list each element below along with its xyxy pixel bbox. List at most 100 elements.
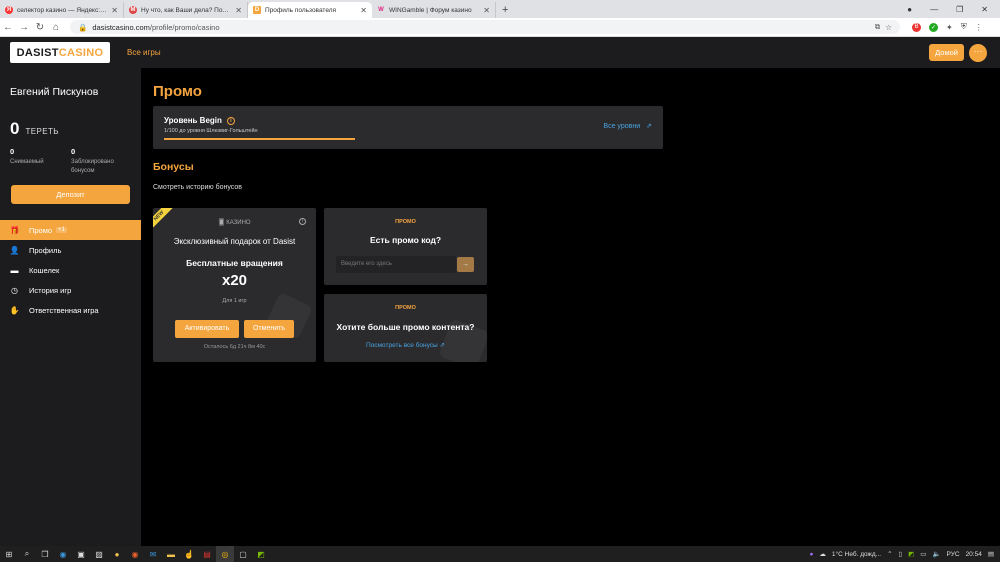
promo-code-input[interactable]: Введите его здесь [336, 256, 456, 273]
sidebar-item-label: Профиль [29, 245, 62, 255]
level-progress-text: 1/100 до уровня Шлезвиг-Гольштейн [164, 128, 258, 134]
windows-start-icon[interactable]: ⊞ [0, 546, 18, 562]
level-progress-bar [164, 138, 355, 140]
clock-time[interactable]: 20:54 [966, 551, 982, 558]
site-logo[interactable]: DASIST CASINO [10, 42, 110, 63]
new-tab-button[interactable]: + [496, 2, 514, 18]
all-levels-link[interactable]: Все уровни ⇗ [603, 122, 652, 131]
all-bonuses-label: Посмотреть все бонусы [366, 342, 438, 349]
weather-text[interactable]: 1°C Неб. дожд... [832, 551, 881, 558]
mail-icon[interactable]: ✉ [144, 546, 162, 562]
network-icon[interactable]: ▭ [920, 550, 926, 558]
bonus-history-link[interactable]: Смотреть историю бонусов [153, 184, 242, 191]
address-bar[interactable]: 🔒 dasistcasino.com/profile/promo/casino … [70, 20, 900, 34]
wallet-icon: ▬ [10, 265, 19, 275]
close-tab-icon[interactable]: ✕ [111, 6, 118, 15]
bonus-games-count: Для 1 игр [222, 298, 247, 304]
edge-icon[interactable]: ◉ [54, 546, 72, 562]
shield-icon[interactable]: ⛨ [961, 22, 967, 32]
browser-tab-wingamble[interactable]: W WINGamble | Форум казино ✕ [372, 2, 496, 18]
store-icon[interactable]: ▣ [72, 546, 90, 562]
close-window-icon[interactable]: ✕ [981, 5, 988, 14]
sidebar-menu: 🎁 Промо +1 👤 Профиль ▬ Кошелек ◷ История… [0, 220, 141, 320]
hand-cursor-icon[interactable]: ☝ [180, 546, 198, 562]
nvidia-icon[interactable]: ◩ [252, 546, 270, 562]
pdf-icon[interactable]: ▤ [198, 546, 216, 562]
activate-button[interactable]: Активировать [175, 320, 239, 338]
tab-title: Ну что, как Ваши дела? Подумали [141, 6, 231, 14]
menu-dots-icon[interactable]: ⋮ [975, 23, 983, 32]
file-explorer-icon[interactable]: ▬ [162, 546, 180, 562]
close-tab-icon[interactable]: ✕ [235, 6, 242, 15]
system-tray: ● ☁ 1°C Неб. дожд... ⌃ ▯ ◩ ▭ 🔈 РУС 20:54… [809, 546, 994, 562]
close-tab-icon[interactable]: ✕ [360, 6, 367, 15]
withdrawable-value: 0 [10, 147, 15, 156]
sidebar-item-profile[interactable]: 👤 Профиль [0, 240, 141, 260]
bonus-time-left: Осталось 6д 21ч 8м 40с [203, 344, 266, 350]
profile-icon[interactable]: ● [907, 5, 912, 14]
chevron-up-icon[interactable]: ⌃ [887, 550, 892, 558]
page-title: Промо [153, 83, 202, 100]
viber-icon[interactable]: ● [809, 551, 813, 558]
language-indicator[interactable]: РУС [947, 551, 960, 558]
logo-text-part1: DASIST [16, 46, 59, 59]
sidebar-item-wallet[interactable]: ▬ Кошелек [0, 260, 141, 280]
tray-nvidia-icon[interactable]: ◩ [908, 550, 914, 558]
tab-title: WINGamble | Форум казино [389, 6, 472, 14]
sidebar-item-label: Промо [29, 225, 53, 235]
level-title-text: Уровень Begin [164, 116, 222, 125]
maximize-icon[interactable]: ❐ [956, 5, 963, 14]
info-icon[interactable]: i [226, 116, 235, 125]
windows-taskbar: ⊞ ⌕ ❐ ◉ ▣ ▨ ● ◉ ✉ ▬ ☝ ▤ ◎ ▢ ◩ ● ☁ 1°C Не… [0, 546, 1000, 562]
close-tab-icon[interactable]: ✕ [483, 6, 490, 15]
browser-toolbar: ← → ↻ ⌂ 🔒 dasistcasino.com/profile/promo… [0, 18, 1000, 37]
home-icon[interactable]: ⌂ [48, 22, 64, 33]
home-button[interactable]: Домой [929, 44, 964, 61]
task-view-icon[interactable]: ❐ [36, 546, 54, 562]
arrow-right-icon[interactable]: → [457, 257, 474, 272]
minimize-icon[interactable]: — [930, 5, 938, 14]
balance-value: 0 [10, 119, 20, 138]
deposit-button[interactable]: Депозит [11, 185, 130, 204]
browser-tab-yandex[interactable]: Я селектор казино — Яндекс: нашлось ✕ [0, 2, 124, 18]
sidebar: Евгений Пискунов 0 ТЕРЕТЬ 0 Снимаемый 0 … [0, 68, 141, 546]
puzzle-icon[interactable]: ✦ [946, 23, 953, 32]
photos-icon[interactable]: ▨ [90, 546, 108, 562]
sidebar-item-game-history[interactable]: ◷ История игр [0, 280, 141, 300]
more-options-button[interactable]: ··· [969, 44, 987, 62]
browser-tab-profile[interactable]: D Профиль пользователя ✕ [248, 2, 372, 18]
extension-red-icon[interactable]: B [912, 22, 921, 32]
main-content: Промо Уровень Begin i 1/100 до уровня Шл… [141, 68, 1000, 546]
bonus-category: 🂠 КАЗИНО [218, 220, 251, 226]
notifications-icon[interactable]: ▤ [988, 550, 994, 558]
logo-text-part2: CASINO [58, 46, 104, 59]
app-icon[interactable]: ▢ [234, 546, 252, 562]
all-bonuses-link[interactable]: Посмотреть все бонусы ⇗ [324, 341, 487, 349]
sidebar-item-promo[interactable]: 🎁 Промо +1 [0, 220, 141, 240]
bonus-title: Эксклюзивный подарок от Dasist [173, 237, 296, 246]
share-icon[interactable]: ⧉ [875, 22, 880, 32]
promo-content-card: ПРОМО Хотите больше промо контента? Посм… [324, 294, 487, 362]
url-host: dasistcasino.com [92, 22, 150, 32]
reload-icon[interactable]: ↻ [32, 22, 48, 33]
browser-tab-gmail[interactable]: M Ну что, как Ваши дела? Подумали ✕ [124, 2, 248, 18]
all-games-link[interactable]: Все игры [127, 48, 161, 57]
volume-icon[interactable]: 🔈 [932, 550, 940, 558]
chrome-icon[interactable]: ◎ [216, 546, 234, 562]
extension-green-icon[interactable]: ✓ [929, 22, 938, 32]
search-icon[interactable]: ⌕ [18, 546, 36, 562]
star-icon[interactable]: ☆ [885, 23, 892, 32]
bonus-amount: x20 [221, 272, 248, 289]
wingamble-favicon-icon: W [378, 7, 384, 13]
info-icon[interactable]: i [299, 218, 306, 225]
withdrawable-label: Снимаемый [10, 159, 44, 165]
tray-app-icon[interactable]: ▯ [899, 550, 903, 558]
sidebar-item-responsible-gaming[interactable]: ✋ Ответственная игра [0, 300, 141, 320]
forward-icon[interactable]: → [16, 22, 32, 33]
cancel-button[interactable]: Отменить [244, 320, 294, 338]
bonuses-title: Бонусы [153, 161, 194, 173]
blocked-label: Заблокировано [71, 159, 114, 165]
back-icon[interactable]: ← [0, 22, 16, 33]
app-yellow-icon[interactable]: ● [108, 546, 126, 562]
firefox-icon[interactable]: ◉ [126, 546, 144, 562]
